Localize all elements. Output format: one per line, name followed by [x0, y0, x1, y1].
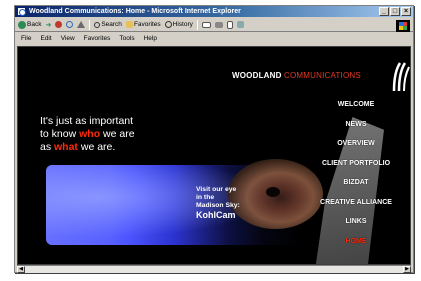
- nav-bizdat[interactable]: BIZDAT: [308, 173, 404, 193]
- nav-client-portfolio[interactable]: CLIENT PORTFOLIO: [308, 154, 404, 174]
- tagline-highlight-what: what: [54, 141, 78, 153]
- history-icon: [164, 21, 172, 28]
- site-nav: WELCOME NEWS OVERVIEW CLIENT PORTFOLIO B…: [308, 95, 404, 251]
- scroll-left-arrow-icon[interactable]: ◀: [17, 266, 25, 273]
- promo-line-1: Visit our eye: [196, 186, 237, 193]
- menu-file[interactable]: File: [21, 33, 31, 44]
- menu-bar: File Edit View Favorites Tools Help: [15, 33, 395, 44]
- tagline-text: as: [40, 141, 55, 153]
- maximize-button[interactable]: □: [390, 7, 400, 16]
- nav-overview[interactable]: OVERVIEW: [308, 134, 404, 154]
- favorites-icon: [125, 21, 133, 28]
- menu-edit[interactable]: Edit: [40, 33, 51, 44]
- ie-icon: [17, 7, 26, 16]
- menu-view[interactable]: View: [61, 33, 75, 44]
- promo-line-3: Madison Sky:: [196, 202, 240, 209]
- history-button[interactable]: History: [164, 21, 193, 28]
- tagline-line-3: as what we are.: [40, 141, 135, 154]
- nav-home[interactable]: HOME: [308, 232, 404, 252]
- title-bar: Woodland Communications: Home - Microsof…: [15, 6, 413, 17]
- nav-creative-alliance[interactable]: CREATIVE ALLIANCE: [308, 193, 404, 213]
- browser-window: Woodland Communications: Home - Microsof…: [14, 5, 414, 273]
- promo-line-2: in the: [196, 194, 215, 201]
- kohlcam-promo-text[interactable]: Visit our eye in the Madison Sky: KohlCa…: [196, 186, 240, 220]
- window-controls: _ □ ×: [379, 7, 411, 16]
- menu-favorites[interactable]: Favorites: [84, 33, 111, 44]
- tagline-line-2: to know who we are: [40, 128, 135, 141]
- search-icon: [94, 21, 101, 28]
- print-icon[interactable]: [214, 21, 223, 28]
- back-arrow-icon: [18, 20, 26, 29]
- nav-links[interactable]: LINKS: [308, 212, 404, 232]
- promo-kohlcam-link: KohlCam: [196, 210, 236, 220]
- tagline-text: we are.: [77, 141, 116, 153]
- brand-word-woodland: WOODLAND: [232, 71, 282, 80]
- toolbar-separator: [89, 19, 91, 30]
- search-label: Search: [101, 21, 122, 28]
- stop-icon[interactable]: [55, 21, 63, 28]
- history-label: History: [172, 21, 193, 28]
- mail-icon[interactable]: [201, 21, 211, 28]
- home-icon[interactable]: [77, 21, 86, 28]
- close-button[interactable]: ×: [401, 7, 411, 16]
- tagline: It's just as important to know who we ar…: [40, 115, 135, 154]
- back-label: Back: [27, 21, 42, 28]
- tagline-text: to know: [40, 128, 80, 140]
- nav-welcome[interactable]: WELCOME: [308, 95, 404, 115]
- menu-help[interactable]: Help: [144, 33, 157, 44]
- refresh-icon[interactable]: [66, 21, 74, 28]
- search-button[interactable]: Search: [94, 21, 122, 28]
- tagline-line-1: It's just as important: [40, 115, 134, 127]
- brand-word-communications: COMMUNICATIONS: [284, 71, 361, 80]
- nav-news[interactable]: NEWS: [308, 115, 404, 135]
- toolbar: Back ➜ Search Favorites History: [15, 18, 413, 32]
- back-button[interactable]: Back: [18, 20, 42, 29]
- horizontal-scrollbar[interactable]: ◀ ▶: [17, 265, 411, 273]
- window-title: Woodland Communications: Home - Microsof…: [29, 8, 241, 15]
- edit-icon[interactable]: [226, 20, 233, 29]
- menu-tools[interactable]: Tools: [119, 33, 134, 44]
- toolbar-separator: [196, 19, 198, 30]
- favorites-button[interactable]: Favorites: [125, 21, 161, 28]
- discuss-icon[interactable]: [236, 21, 244, 28]
- brand-leaf-icon: [392, 62, 410, 91]
- page-content: WOODLAND COMMUNICATIONS It's just as imp…: [17, 46, 411, 265]
- tagline-highlight-who: who: [79, 128, 101, 140]
- tagline-text: we are: [100, 128, 135, 140]
- minimize-button[interactable]: _: [379, 7, 389, 16]
- eye-pupil: [266, 187, 280, 197]
- windows-logo-icon: [396, 20, 410, 32]
- favorites-label: Favorites: [133, 21, 161, 28]
- scroll-right-arrow-icon[interactable]: ▶: [403, 266, 411, 273]
- brand-logo[interactable]: WOODLAND COMMUNICATIONS: [232, 71, 361, 80]
- forward-arrow-icon[interactable]: ➜: [45, 21, 51, 29]
